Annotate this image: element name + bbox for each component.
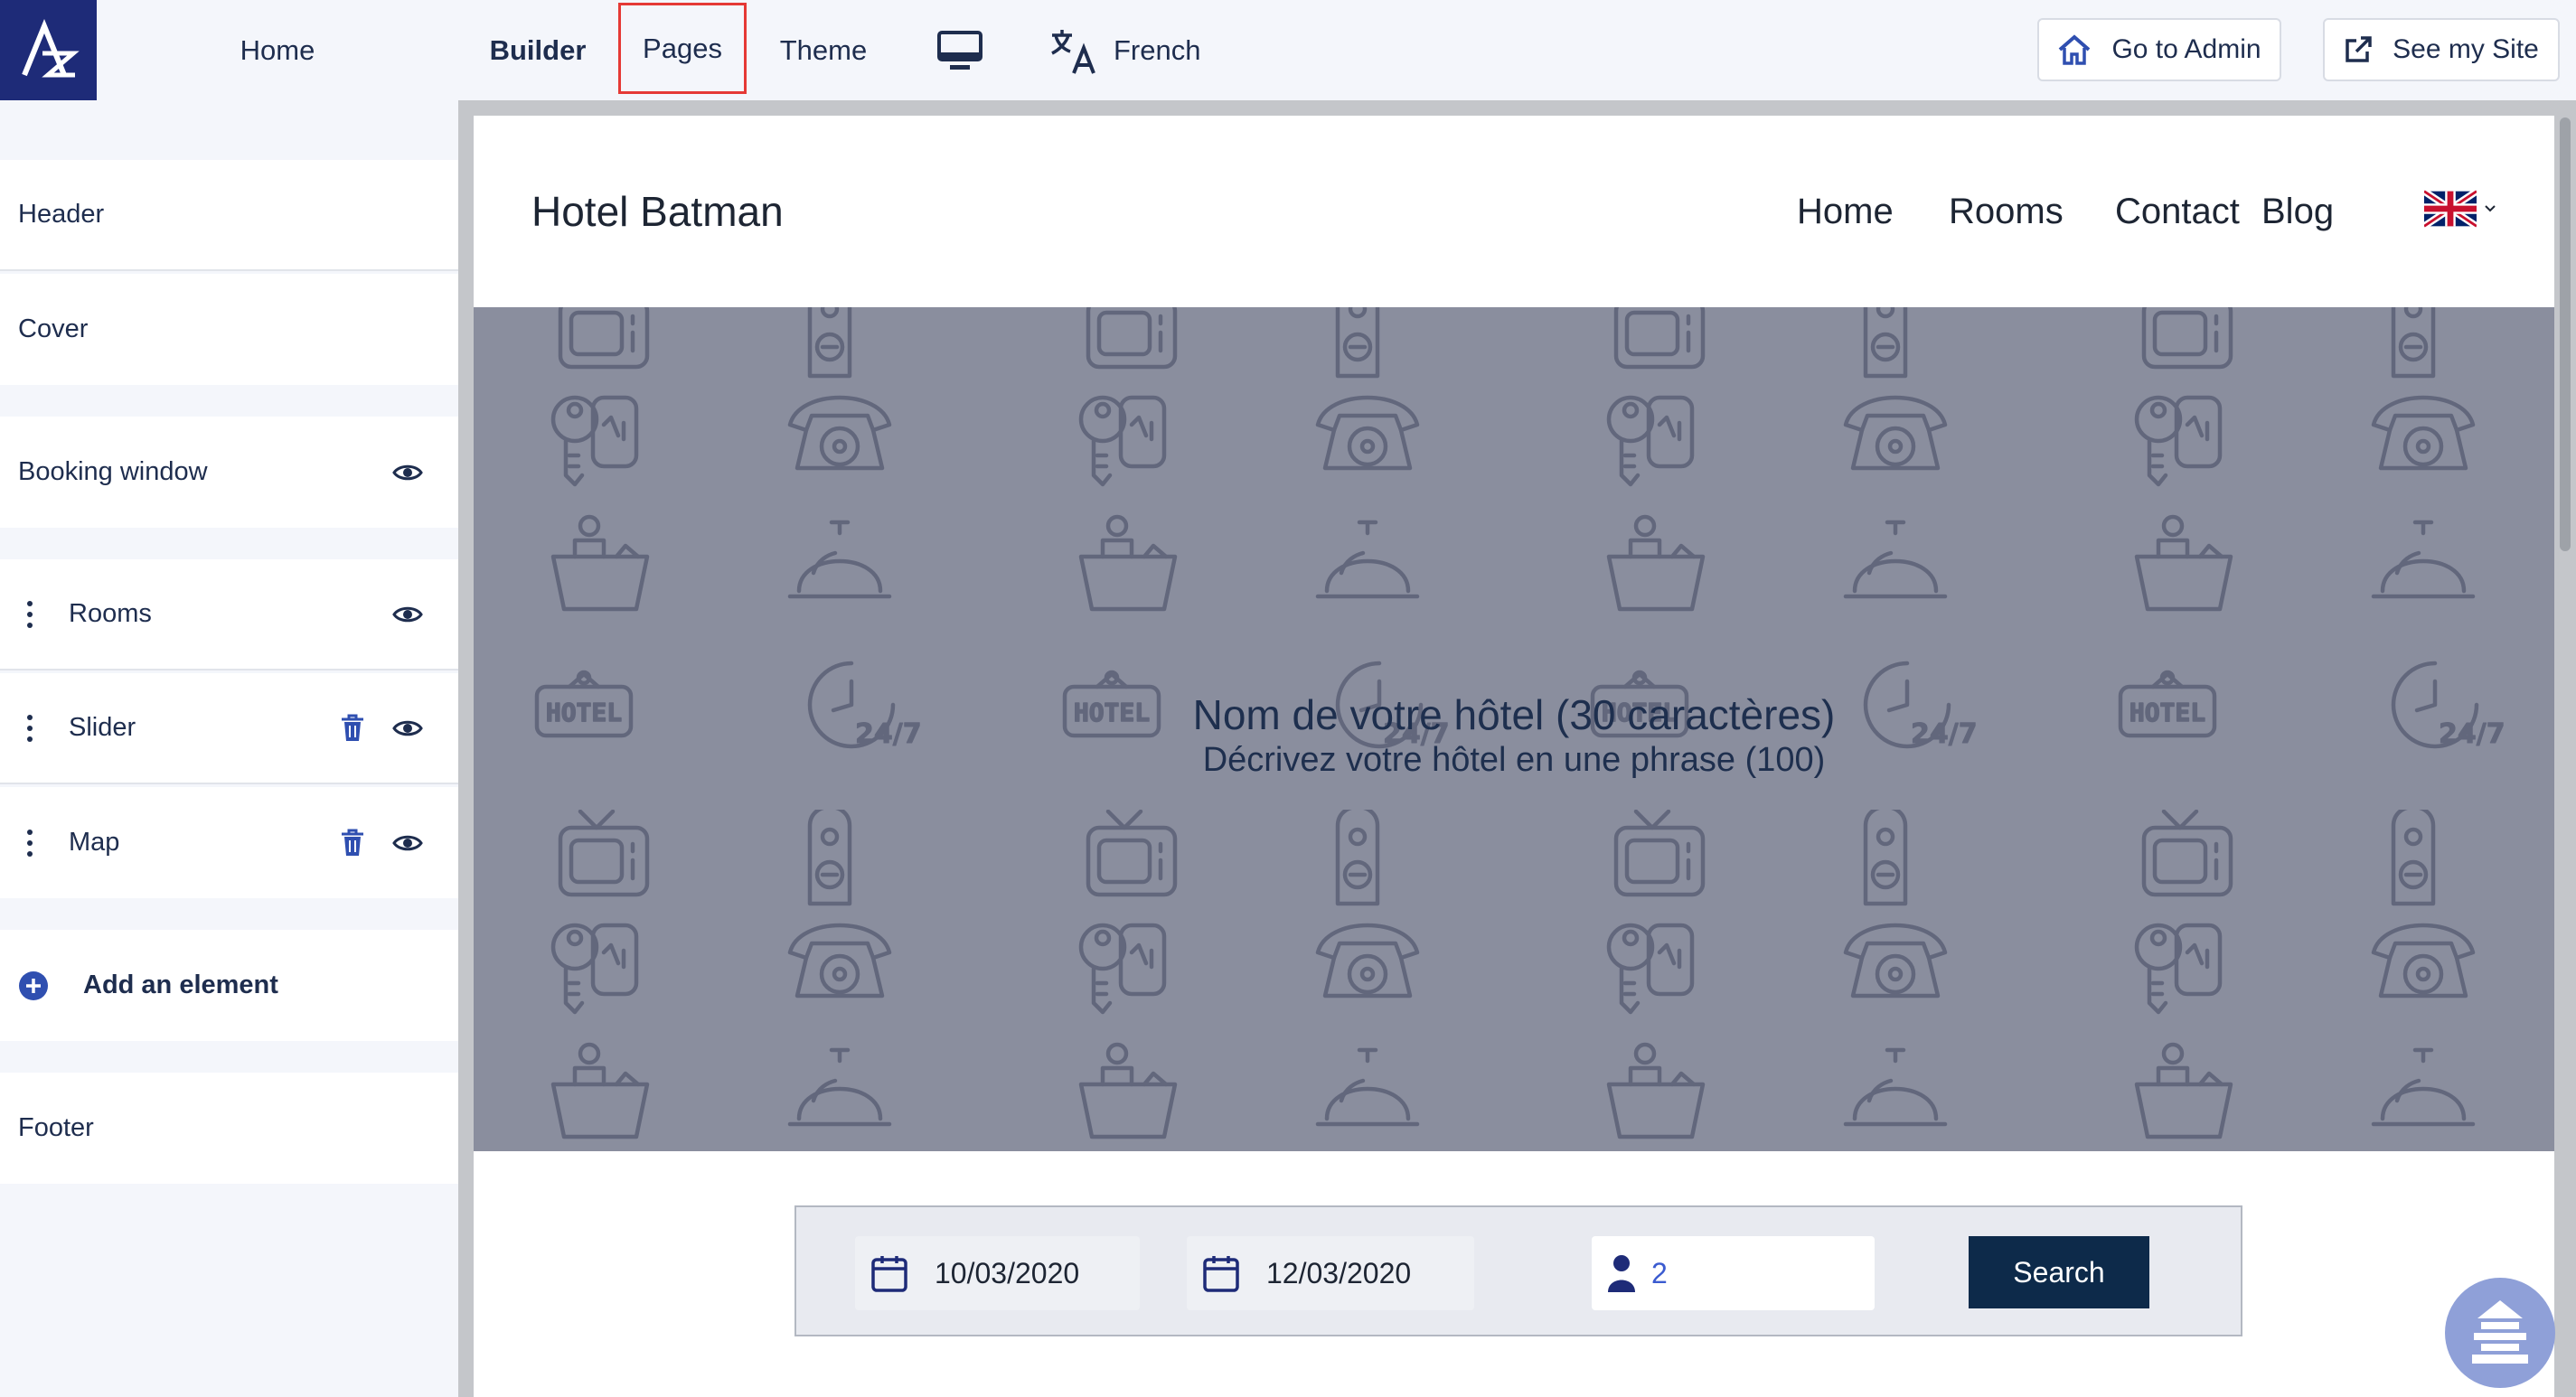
checkout-date-field[interactable]: 12/03/2020 <box>1187 1236 1474 1310</box>
site-header: Hotel Batman Home Rooms Contact Blog <box>474 116 2554 307</box>
sidebar-item-label: Header <box>18 200 105 229</box>
go-to-admin-label: Go to Admin <box>2111 34 2261 64</box>
search-button[interactable]: Search <box>1969 1236 2149 1308</box>
sidebar-item-label: Cover <box>18 314 89 343</box>
site-preview: Hotel Batman Home Rooms Contact Blog Nom… <box>474 116 2554 1397</box>
sidebar-item-label: Footer <box>18 1113 94 1142</box>
eye-icon[interactable] <box>392 463 423 483</box>
person-icon <box>1608 1255 1635 1292</box>
see-my-site-label: See my Site <box>2393 34 2539 64</box>
checkin-date-value: 10/03/2020 <box>935 1256 1080 1289</box>
preview-scrollbar[interactable] <box>2560 117 2571 551</box>
help-chat-button[interactable] <box>2445 1278 2555 1388</box>
cover-subtitle[interactable]: Décrivez votre hôtel en une phrase (100) <box>474 741 2554 780</box>
sidebar-item-slider[interactable]: Slider <box>0 673 458 784</box>
eye-icon[interactable] <box>392 605 423 624</box>
cover-title[interactable]: Nom de votre hôtel (30 caractères) <box>474 690 2554 739</box>
logo-icon <box>21 18 80 77</box>
sidebar-item-footer[interactable]: Footer <box>0 1073 458 1184</box>
sidebar-item-booking-window[interactable]: Booking window <box>0 417 458 528</box>
trash-icon[interactable] <box>340 829 365 858</box>
language-selector[interactable]: French <box>1048 0 1211 100</box>
drag-handle-icon[interactable] <box>27 829 33 857</box>
nav-link-home[interactable]: Home <box>1797 116 1894 307</box>
uk-flag-icon <box>2424 190 2477 228</box>
sidebar-item-label: Map <box>69 828 120 857</box>
home-tab[interactable]: Home <box>97 0 458 100</box>
see-my-site-button[interactable]: See my Site <box>2323 18 2560 81</box>
go-to-admin-button[interactable]: Go to Admin <box>2037 18 2281 81</box>
tab-pages[interactable]: Pages <box>618 3 747 94</box>
add-element-button[interactable]: Add an element <box>0 930 458 1041</box>
app-logo[interactable] <box>0 0 97 100</box>
desktop-icon <box>937 30 982 70</box>
trash-icon[interactable] <box>340 714 365 743</box>
cover-section: HOTEL 24/7 Nom de votre hôtel (30 caract… <box>474 307 2554 1151</box>
house-icon <box>2059 34 2091 65</box>
language-label: French <box>1114 33 1201 66</box>
eye-icon[interactable] <box>392 718 423 738</box>
tab-builder[interactable]: Builder <box>470 0 606 100</box>
sidebar-item-rooms[interactable]: Rooms <box>0 559 458 670</box>
sidebar-item-header[interactable]: Header <box>0 160 458 271</box>
eye-icon[interactable] <box>392 833 423 853</box>
sidebar-item-cover[interactable]: Cover <box>0 274 458 385</box>
drag-handle-icon[interactable] <box>27 600 33 628</box>
sidebar-item-label: Booking window <box>18 457 208 486</box>
sidebar-item-label: Slider <box>69 713 136 742</box>
add-element-label: Add an element <box>83 970 278 999</box>
chevron-down-icon <box>2485 205 2496 212</box>
sidebar-item-map[interactable]: Map <box>0 787 458 898</box>
tab-theme[interactable]: Theme <box>765 0 882 100</box>
language-dropdown[interactable] <box>2424 190 2496 228</box>
pagoda-icon <box>2472 1300 2528 1364</box>
plus-icon <box>19 970 48 1000</box>
nav-link-rooms[interactable]: Rooms <box>1949 116 2064 307</box>
guests-field[interactable]: 2 <box>1592 1236 1875 1310</box>
nav-link-blog[interactable]: Blog <box>2261 116 2334 307</box>
guests-value: 2 <box>1651 1256 1668 1289</box>
translate-icon <box>1051 29 1095 74</box>
sidebar-item-label: Rooms <box>69 599 152 628</box>
drag-handle-icon[interactable] <box>27 714 33 742</box>
site-title[interactable]: Hotel Batman <box>531 116 784 307</box>
checkout-date-value: 12/03/2020 <box>1266 1256 1412 1289</box>
device-preview-button[interactable] <box>931 0 989 100</box>
calendar-icon <box>1203 1256 1239 1292</box>
booking-window: 10/03/2020 12/03/2020 2 Search <box>794 1205 2242 1336</box>
checkin-date-field[interactable]: 10/03/2020 <box>855 1236 1140 1310</box>
external-link-icon <box>2346 36 2372 62</box>
nav-link-contact[interactable]: Contact <box>2115 116 2240 307</box>
calendar-icon <box>871 1256 907 1292</box>
